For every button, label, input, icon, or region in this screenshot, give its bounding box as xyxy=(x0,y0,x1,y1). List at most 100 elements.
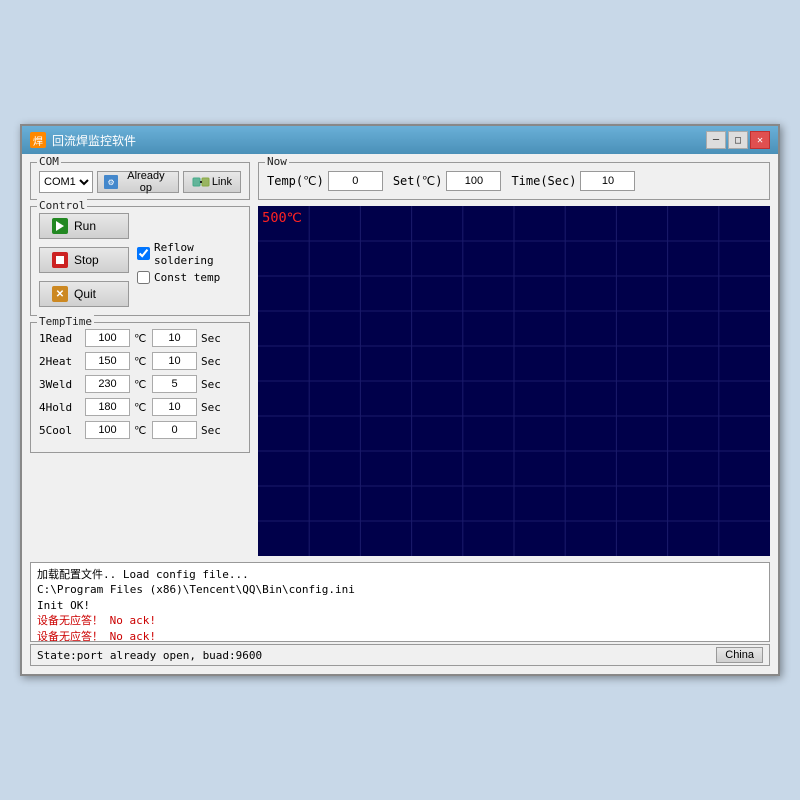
window-title: 回流焊监控软件 xyxy=(52,132,136,149)
temptime-temp-input[interactable] xyxy=(85,329,130,347)
content-area: COM COM1 ⚙ Already op xyxy=(22,154,778,674)
control-inner: Run Stop ✕ Quit xyxy=(39,213,241,307)
quit-icon: ✕ xyxy=(52,286,68,302)
now-section-label: Now xyxy=(265,155,289,168)
stop-icon xyxy=(52,252,68,268)
status-text: State:port already open, buad:9600 xyxy=(37,649,262,662)
temptime-temp-input[interactable] xyxy=(85,398,130,416)
temptime-temp-input[interactable] xyxy=(85,375,130,393)
run-triangle-icon xyxy=(56,221,64,231)
temptime-row-name: 1Read xyxy=(39,332,81,345)
reflow-checkbox-row[interactable]: Reflow soldering xyxy=(137,241,241,267)
temptime-section-label: TempTime xyxy=(37,315,94,328)
temptime-unit-sec: Sec xyxy=(201,424,221,437)
checkboxes: Reflow soldering Const temp xyxy=(137,213,241,307)
run-button[interactable]: Run xyxy=(39,213,129,239)
temptime-row-name: 2Heat xyxy=(39,355,81,368)
left-panel: Control Run xyxy=(30,206,250,556)
title-bar-title: 焊 回流焊监控软件 xyxy=(30,132,136,149)
com-section-label: COM xyxy=(37,155,61,168)
close-button[interactable]: ✕ xyxy=(750,131,770,149)
quit-label: Quit xyxy=(74,287,96,301)
temptime-row: 5Cool ℃ Sec xyxy=(39,421,241,439)
temptime-temp-input[interactable] xyxy=(85,421,130,439)
time-input[interactable] xyxy=(580,171,635,191)
minimize-button[interactable]: ─ xyxy=(706,131,726,149)
already-label: Already op xyxy=(120,170,172,194)
temptime-row: 1Read ℃ Sec xyxy=(39,329,241,347)
top-row: COM COM1 ⚙ Already op xyxy=(30,162,770,200)
temptime-row-name: 4Hold xyxy=(39,401,81,414)
title-bar-controls: ─ □ ✕ xyxy=(706,131,770,149)
status-bar: State:port already open, buad:9600 China xyxy=(30,644,770,666)
time-field: Time(Sec) xyxy=(511,171,635,191)
svg-text:500℃: 500℃ xyxy=(262,211,302,226)
temptime-unit-temp: ℃ xyxy=(134,355,148,368)
com-select[interactable]: COM1 xyxy=(39,171,93,193)
link-button[interactable]: Link xyxy=(183,171,241,193)
temptime-unit-sec: Sec xyxy=(201,332,221,345)
link-label: Link xyxy=(212,176,232,188)
time-label: Time(Sec) xyxy=(511,174,576,188)
stop-label: Stop xyxy=(74,253,99,267)
chart-svg: 500℃ xyxy=(258,206,770,556)
temp-input[interactable] xyxy=(328,171,383,191)
temptime-unit-temp: ℃ xyxy=(134,332,148,345)
control-section: Control Run xyxy=(30,206,250,316)
temptime-rows: 1Read ℃ Sec 2Heat ℃ Sec 3Weld ℃ Sec 4Hol… xyxy=(39,329,241,439)
already-icon: ⚙ xyxy=(104,175,118,189)
log-line: 设备无应答！ No ack! xyxy=(37,629,763,642)
temptime-temp-input[interactable] xyxy=(85,352,130,370)
temptime-unit-sec: Sec xyxy=(201,401,221,414)
temptime-unit-temp: ℃ xyxy=(134,401,148,414)
temptime-sec-input[interactable] xyxy=(152,398,197,416)
temptime-row-name: 5Cool xyxy=(39,424,81,437)
reflow-checkbox[interactable] xyxy=(137,247,150,260)
log-line: C:\Program Files (x86)\Tencent\QQ\Bin\co… xyxy=(37,582,763,597)
temptime-section: TempTime 1Read ℃ Sec 2Heat ℃ Sec 3Weld ℃… xyxy=(30,322,250,453)
set-label: Set(℃) xyxy=(393,174,443,188)
log-line: Init OK! xyxy=(37,598,763,613)
temptime-unit-sec: Sec xyxy=(201,355,221,368)
control-section-label: Control xyxy=(37,199,87,212)
temptime-sec-input[interactable] xyxy=(152,421,197,439)
temp-field: Temp(℃) xyxy=(267,171,383,191)
set-field: Set(℃) xyxy=(393,171,502,191)
control-buttons: Run Stop ✕ Quit xyxy=(39,213,129,307)
stop-button[interactable]: Stop xyxy=(39,247,129,273)
china-button[interactable]: China xyxy=(716,647,763,663)
stop-square-icon xyxy=(56,256,64,264)
log-line: 加载配置文件.. Load config file... xyxy=(37,567,763,582)
restore-button[interactable]: □ xyxy=(728,131,748,149)
link-icon xyxy=(192,175,210,189)
now-row: Temp(℃) Set(℃) Time(Sec) xyxy=(267,171,761,191)
run-label: Run xyxy=(74,219,96,233)
already-button[interactable]: ⚙ Already op xyxy=(97,171,179,193)
temptime-row: 4Hold ℃ Sec xyxy=(39,398,241,416)
chart-area: 500℃ xyxy=(258,206,770,556)
set-input[interactable] xyxy=(446,171,501,191)
temptime-unit-temp: ℃ xyxy=(134,424,148,437)
const-label: Const temp xyxy=(154,271,220,284)
log-line: 设备无应答！ No ack! xyxy=(37,613,763,628)
title-bar: 焊 回流焊监控软件 ─ □ ✕ xyxy=(22,126,778,154)
now-section: Now Temp(℃) Set(℃) Time(Sec) xyxy=(258,162,770,200)
temptime-row: 3Weld ℃ Sec xyxy=(39,375,241,393)
temptime-sec-input[interactable] xyxy=(152,352,197,370)
run-icon xyxy=(52,218,68,234)
temptime-row-name: 3Weld xyxy=(39,378,81,391)
const-checkbox-row[interactable]: Const temp xyxy=(137,271,241,284)
main-window: 焊 回流焊监控软件 ─ □ ✕ COM COM1 ⚙ Already op xyxy=(20,124,780,676)
reflow-label: Reflow soldering xyxy=(154,241,241,267)
quit-button[interactable]: ✕ Quit xyxy=(39,281,129,307)
com-row: COM1 ⚙ Already op Link xyxy=(39,171,241,193)
temptime-sec-input[interactable] xyxy=(152,375,197,393)
temptime-sec-input[interactable] xyxy=(152,329,197,347)
main-row: Control Run xyxy=(30,206,770,556)
log-area: 加载配置文件.. Load config file...C:\Program F… xyxy=(30,562,770,642)
const-checkbox[interactable] xyxy=(137,271,150,284)
com-section: COM COM1 ⚙ Already op xyxy=(30,162,250,200)
temptime-row: 2Heat ℃ Sec xyxy=(39,352,241,370)
app-icon: 焊 xyxy=(30,132,46,148)
temp-label: Temp(℃) xyxy=(267,174,324,188)
